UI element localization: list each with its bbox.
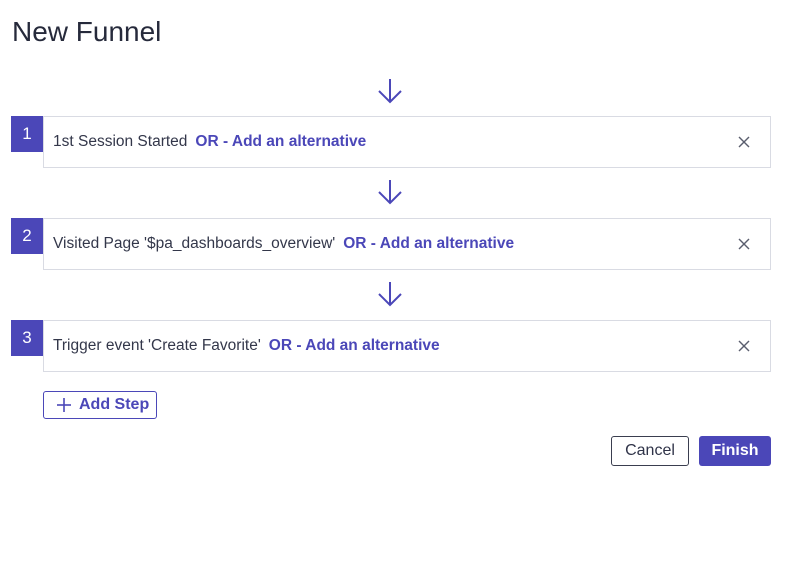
add-alternative-link[interactable]: OR - Add an alternative xyxy=(195,133,366,151)
add-step-button[interactable]: Add Step xyxy=(43,391,157,419)
funnel-step-3: 3 Trigger event 'Create Favorite' OR - A… xyxy=(11,320,771,372)
add-alternative-link[interactable]: OR - Add an alternative xyxy=(343,235,514,253)
plus-icon xyxy=(57,398,71,412)
step-number-badge: 2 xyxy=(11,218,43,254)
arrow-down-icon xyxy=(378,282,402,307)
add-step-label: Add Step xyxy=(79,396,150,413)
step-event-label: Trigger event 'Create Favorite' xyxy=(53,337,261,354)
step-event-label: Visited Page '$pa_dashboards_overview' xyxy=(53,235,336,252)
funnel-step-2: 2 Visited Page '$pa_dashboards_overview'… xyxy=(11,218,771,270)
arrow-down-icon xyxy=(378,180,402,205)
add-alternative-link[interactable]: OR - Add an alternative xyxy=(269,337,440,355)
arrow-down-icon xyxy=(378,79,402,104)
close-icon[interactable] xyxy=(737,237,751,251)
close-icon[interactable] xyxy=(737,339,751,353)
step-box: Trigger event 'Create Favorite' OR - Add… xyxy=(43,320,771,372)
close-icon[interactable] xyxy=(737,135,751,149)
step-box: 1st Session Started OR - Add an alternat… xyxy=(43,116,771,168)
funnel-step-1: 1 1st Session Started OR - Add an altern… xyxy=(11,116,771,168)
cancel-button[interactable]: Cancel xyxy=(611,436,689,466)
step-box: Visited Page '$pa_dashboards_overview' O… xyxy=(43,218,771,270)
step-event-label: 1st Session Started xyxy=(53,133,188,150)
finish-button[interactable]: Finish xyxy=(699,436,771,466)
step-number-badge: 1 xyxy=(11,116,43,152)
page-title: New Funnel xyxy=(12,16,162,47)
step-number-badge: 3 xyxy=(11,320,43,356)
